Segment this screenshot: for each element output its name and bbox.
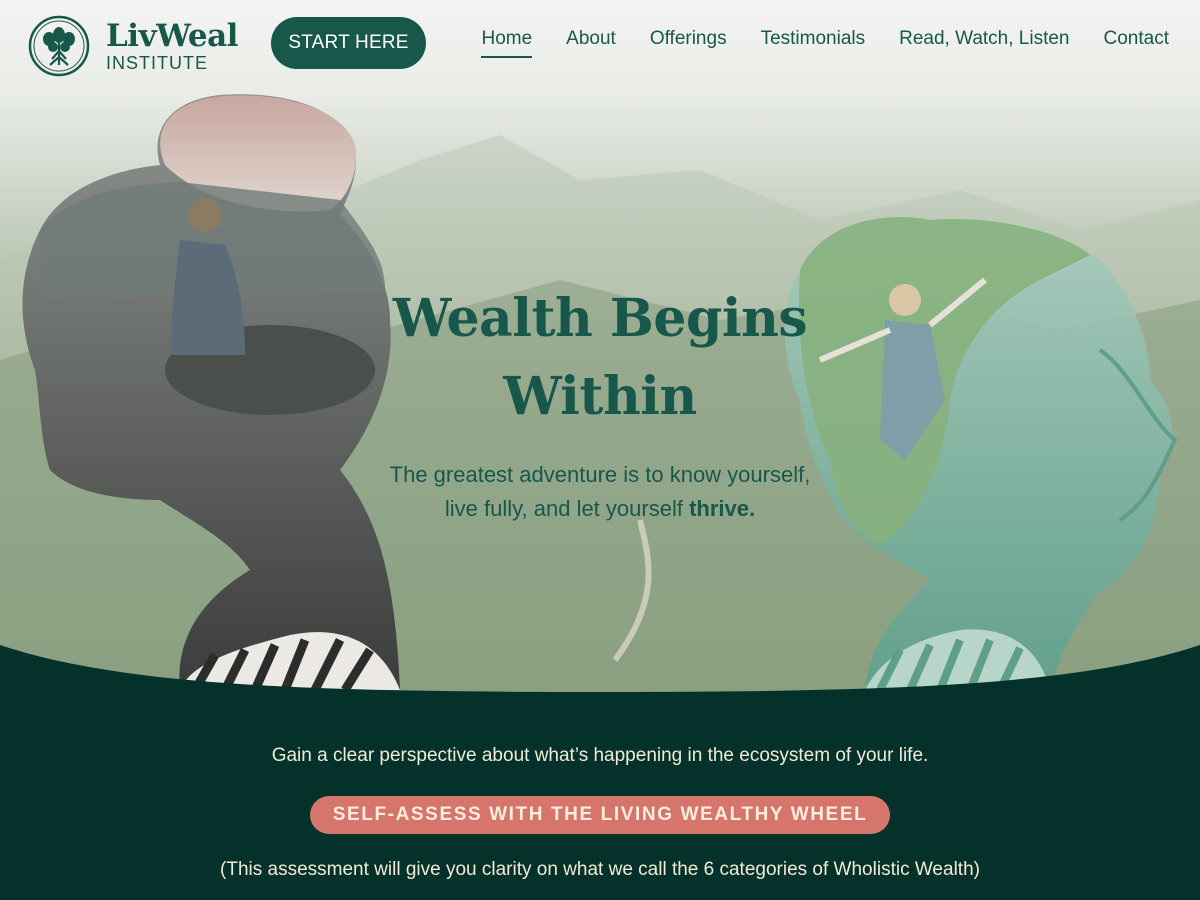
hero-subtitle-emphasis: thrive. [689,496,756,521]
brand-wordmark: LivWeal INSTITUTE [106,17,238,73]
nav-testimonials[interactable]: Testimonials [761,28,866,58]
nav-read-watch-listen[interactable]: Read, Watch, Listen [899,28,1069,58]
hero-subtitle-line2-text: live fully, and let yourself [444,496,690,521]
start-here-button[interactable]: START HERE [271,17,426,69]
nav-home[interactable]: Home [481,28,533,58]
nav-about[interactable]: About [566,28,616,58]
hero-title: Wealth Begins Within [380,280,820,436]
site-header: LivWeal INSTITUTE START HERE Home About … [0,0,1200,88]
assessment-note: (This assessment will give you clarity o… [220,859,980,880]
brand-subtitle: INSTITUTE [106,52,208,73]
hero-subtitle-line1: The greatest adventure is to know yourse… [389,462,811,487]
brand-logo[interactable]: LivWeal INSTITUTE [28,14,248,78]
brand-name: LivWeal [106,17,238,54]
tree-icon [28,15,90,77]
nav-offerings[interactable]: Offerings [650,28,727,58]
hero-subtitle-line2: live fully, and let yourself thrive. [340,492,860,526]
nav-contact[interactable]: Contact [1104,28,1169,58]
hero-section: Wealth Begins Within The greatest advent… [0,0,1200,700]
assessment-intro: Gain a clear perspective about what’s ha… [271,745,929,766]
hero-title-line1: Wealth Begins [392,288,808,349]
self-assess-button[interactable]: SELF-ASSESS WITH THE LIVING WEALTHY WHEE… [310,796,890,834]
hero-title-line2: Within [503,366,697,427]
main-nav: Home About Offerings Testimonials Read, … [447,28,1169,58]
hero-subtitle: The greatest adventure is to know yourse… [340,458,860,526]
